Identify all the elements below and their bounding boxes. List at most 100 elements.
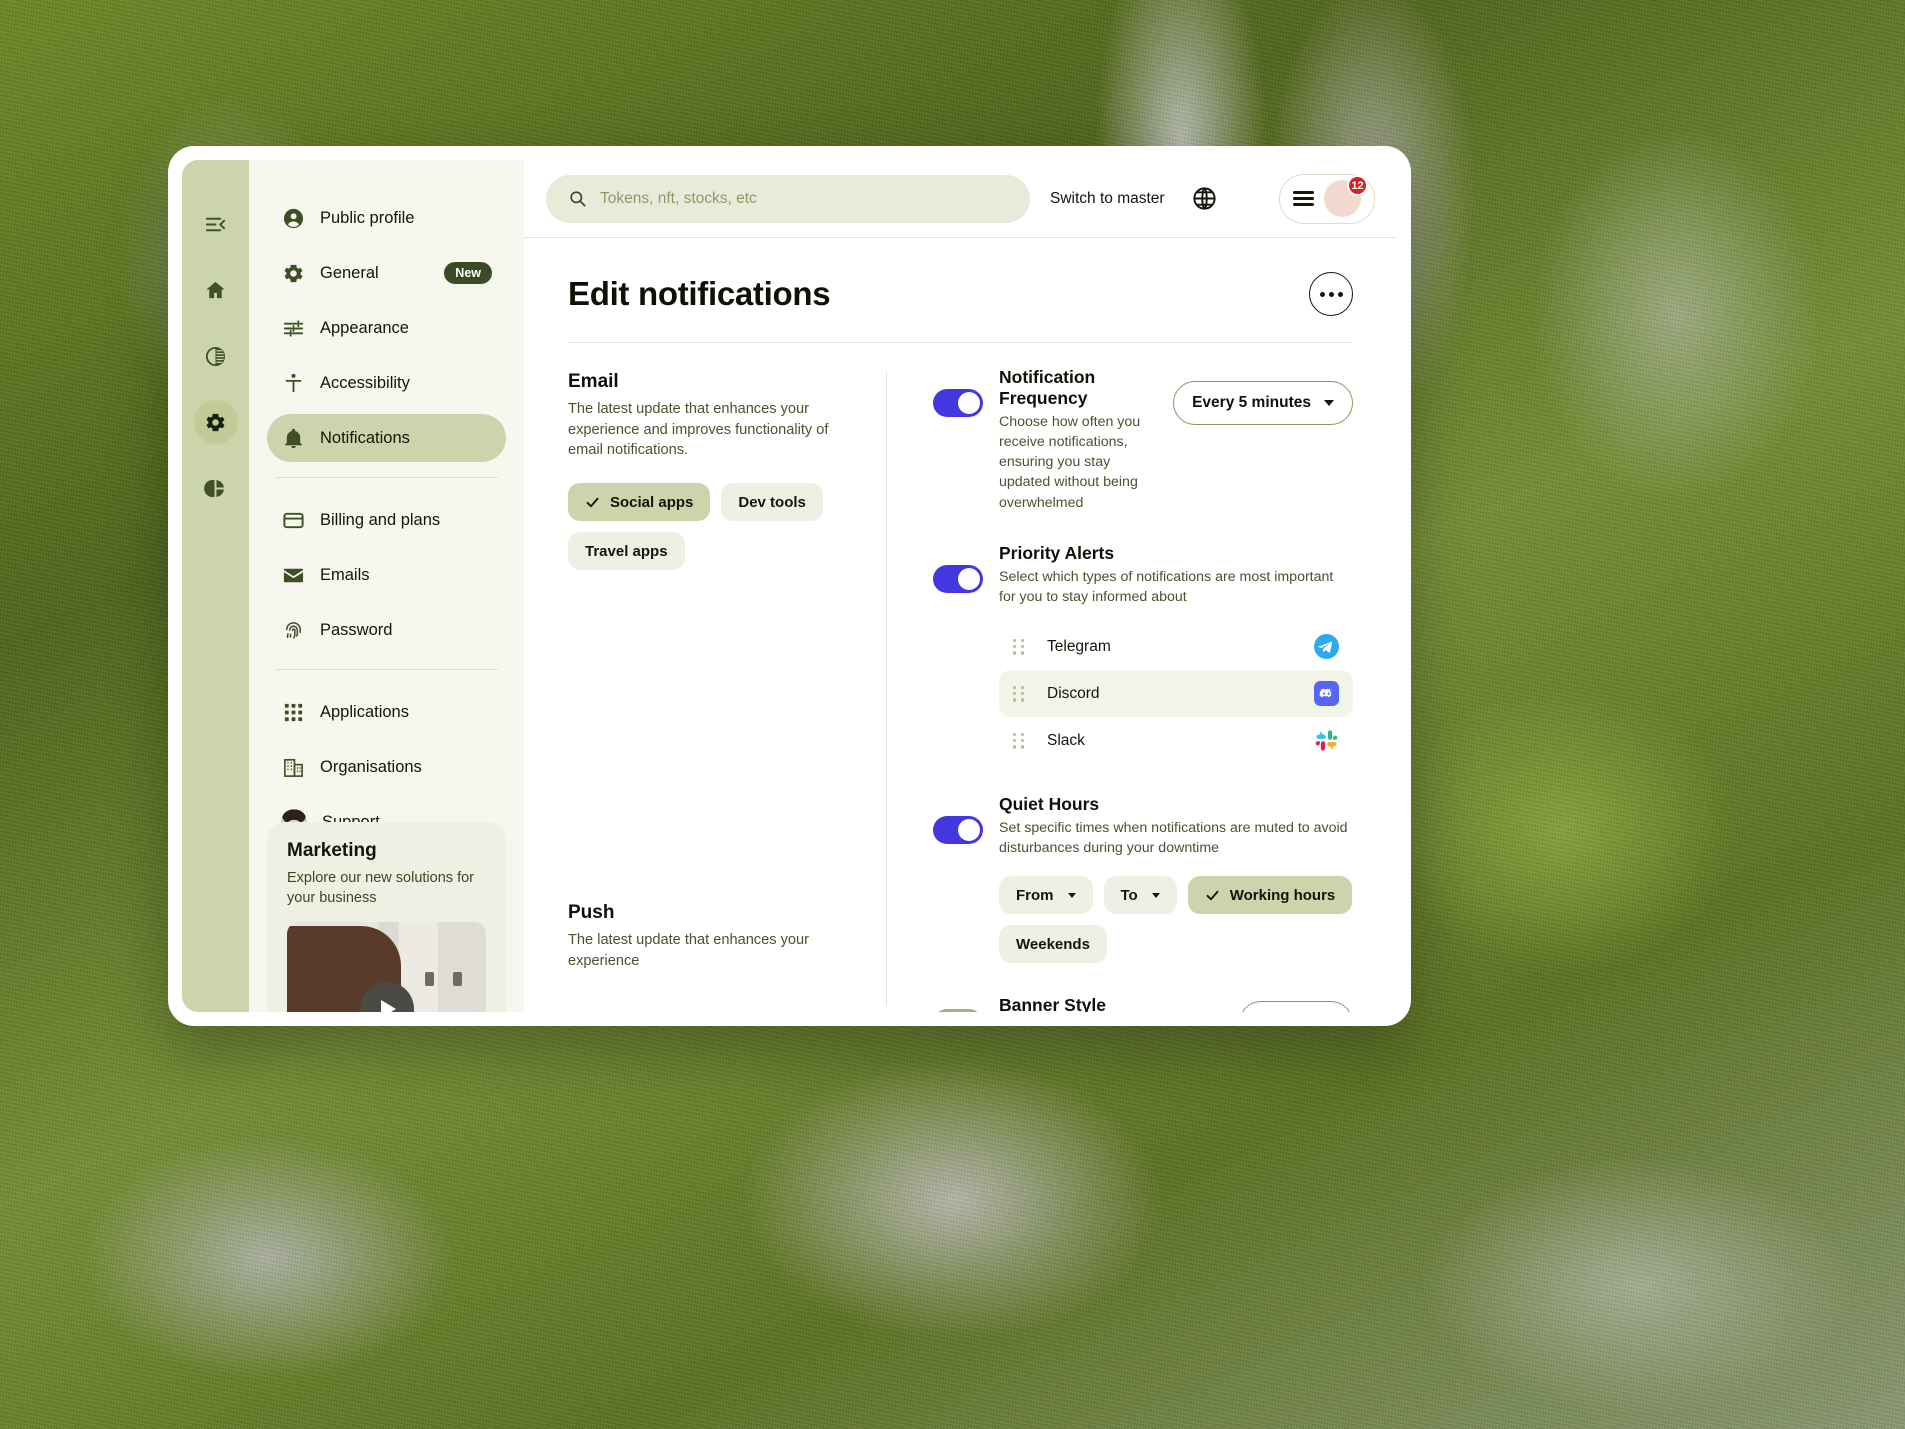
setting-quiet-hours: Quiet Hours Set specific times when noti… bbox=[933, 794, 1353, 964]
drag-handle-icon[interactable] bbox=[1013, 685, 1025, 702]
chip-working-hours[interactable]: Working hours bbox=[1187, 876, 1353, 915]
collapse-sidebar-icon[interactable] bbox=[194, 202, 238, 246]
setting-priority-alerts: Priority Alerts Select which types of no… bbox=[933, 543, 1353, 764]
chip-label: Social apps bbox=[610, 493, 694, 511]
chip-label: From bbox=[1016, 886, 1054, 904]
sliders-icon bbox=[281, 316, 305, 340]
drag-handle-icon[interactable] bbox=[1013, 732, 1025, 749]
nav-item-appearance[interactable]: Appearance bbox=[267, 304, 506, 352]
setting-banner-style: Banner Style Pick the visual style of no… bbox=[933, 995, 1353, 1012]
app-row-slack[interactable]: Slack bbox=[999, 717, 1353, 764]
nav-item-billing-and-plans[interactable]: Billing and plans bbox=[267, 496, 506, 544]
switch-to-master-button[interactable]: Switch to master bbox=[1050, 190, 1165, 208]
envelope-icon bbox=[281, 563, 305, 587]
nav-label: Notifications bbox=[320, 428, 410, 447]
fingerprint-icon bbox=[281, 618, 305, 642]
user-menu-button[interactable]: 12 bbox=[1279, 173, 1375, 224]
nav-item-applications[interactable]: Applications bbox=[267, 688, 506, 736]
nav-label: Password bbox=[320, 620, 393, 639]
setting-description: Choose how often you receive notificatio… bbox=[999, 414, 1141, 511]
quiet-hours-controls: From To Working hours Weekends bbox=[999, 876, 1353, 964]
nav-label: Public profile bbox=[320, 208, 415, 227]
app-name: Slack bbox=[1047, 731, 1085, 749]
dot bbox=[1319, 291, 1325, 297]
marketing-card[interactable]: Marketing Explore our new solutions for … bbox=[267, 822, 506, 1012]
notification-frequency-toggle[interactable] bbox=[933, 389, 983, 417]
globe-icon[interactable] bbox=[1191, 185, 1218, 212]
chevron-down-icon bbox=[1151, 892, 1160, 898]
chip-travel-apps[interactable]: Travel apps bbox=[568, 532, 685, 571]
home-icon[interactable] bbox=[194, 268, 238, 312]
quiet-hours-toggle[interactable] bbox=[933, 816, 983, 845]
chip-weekends[interactable]: Weekends bbox=[999, 925, 1107, 964]
priority-apps-list: Telegram Discord Slack bbox=[999, 623, 1353, 764]
app-row-discord[interactable]: Discord bbox=[999, 670, 1353, 718]
priority-alerts-toggle[interactable] bbox=[933, 564, 983, 593]
settings-nav: Public profile General New Appearance Ac… bbox=[249, 160, 524, 1012]
nav-item-emails[interactable]: Emails bbox=[267, 551, 506, 599]
search-icon bbox=[570, 191, 586, 207]
email-category-chips: Social apps Dev tools Travel apps bbox=[568, 483, 862, 571]
hamburger-menu-icon bbox=[1293, 188, 1314, 210]
quiet-hours-to-dropdown[interactable]: To bbox=[1103, 876, 1177, 915]
nav-item-public-profile[interactable]: Public profile bbox=[267, 194, 506, 242]
nav-item-notifications[interactable]: Notifications bbox=[267, 414, 506, 462]
page-header: Edit notifications bbox=[524, 238, 1397, 343]
dot bbox=[1328, 291, 1334, 297]
chevron-down-icon bbox=[1324, 400, 1334, 406]
search-bar[interactable] bbox=[546, 174, 1030, 223]
setting-title: Notification Frequency bbox=[999, 367, 1096, 408]
setting-title: Banner Style bbox=[999, 995, 1106, 1012]
nav-label: Emails bbox=[320, 565, 370, 584]
app-row-telegram[interactable]: Telegram bbox=[999, 623, 1353, 670]
accessibility-icon bbox=[281, 371, 305, 395]
chevron-down-icon bbox=[1067, 892, 1076, 898]
setting-title: Quiet Hours bbox=[999, 794, 1100, 815]
nav-item-organisations[interactable]: Organisations bbox=[267, 743, 506, 791]
chip-label: Working hours bbox=[1229, 886, 1336, 904]
avatar[interactable]: 12 bbox=[1324, 175, 1368, 217]
marketing-title: Marketing bbox=[287, 840, 377, 861]
banner-style-select[interactable]: Default bbox=[1239, 1001, 1353, 1012]
chip-social-apps[interactable]: Social apps bbox=[568, 483, 711, 522]
nav-label: Billing and plans bbox=[320, 510, 441, 529]
settings-gear-icon[interactable] bbox=[193, 400, 238, 444]
chip-label: Dev tools bbox=[738, 493, 806, 511]
building-icon bbox=[281, 755, 305, 779]
badge-new: New bbox=[444, 262, 492, 284]
nav-item-password[interactable]: Password bbox=[267, 606, 506, 654]
telegram-icon bbox=[1314, 634, 1339, 660]
push-section-title: Push bbox=[568, 902, 615, 924]
nav-label: Applications bbox=[320, 702, 409, 721]
app-name: Discord bbox=[1047, 684, 1100, 702]
icon-rail bbox=[182, 160, 249, 1012]
setting-notification-frequency: Notification Frequency Choose how often … bbox=[933, 367, 1353, 513]
email-section-title: Email bbox=[568, 371, 619, 392]
banner-style-toggle[interactable] bbox=[933, 1009, 983, 1012]
drag-handle-icon[interactable] bbox=[1013, 638, 1025, 655]
notification-frequency-select[interactable]: Every 5 minutes bbox=[1173, 381, 1353, 425]
setting-description: Set specific times when notifications ar… bbox=[999, 820, 1348, 857]
wall-socket-icon bbox=[425, 972, 434, 986]
chip-dev-tools[interactable]: Dev tools bbox=[721, 483, 823, 522]
wall-socket-icon bbox=[453, 972, 462, 986]
toggle-knob bbox=[958, 567, 980, 590]
settings-column: Notification Frequency Choose how often … bbox=[887, 343, 1353, 1012]
nav-label: Organisations bbox=[320, 757, 422, 776]
more-options-button[interactable] bbox=[1309, 272, 1353, 316]
nav-divider-2 bbox=[275, 669, 498, 670]
gear-icon bbox=[281, 261, 305, 285]
notification-count-badge: 12 bbox=[1347, 175, 1368, 196]
search-input[interactable] bbox=[600, 189, 1008, 208]
top-bar: Switch to master 12 bbox=[524, 160, 1397, 238]
chip-label: Weekends bbox=[1016, 935, 1090, 953]
analytics-pie-icon[interactable] bbox=[194, 466, 238, 510]
nav-item-general[interactable]: General New bbox=[267, 249, 506, 297]
marketing-video-thumbnail[interactable] bbox=[287, 922, 486, 1012]
contrast-icon[interactable] bbox=[194, 334, 238, 378]
quiet-hours-from-dropdown[interactable]: From bbox=[999, 876, 1093, 915]
nav-item-accessibility[interactable]: Accessibility bbox=[267, 359, 506, 407]
push-section-description: The latest update that enhances your exp… bbox=[568, 932, 809, 969]
grid-icon bbox=[281, 700, 305, 724]
email-column: Email The latest update that enhances yo… bbox=[568, 343, 886, 1012]
